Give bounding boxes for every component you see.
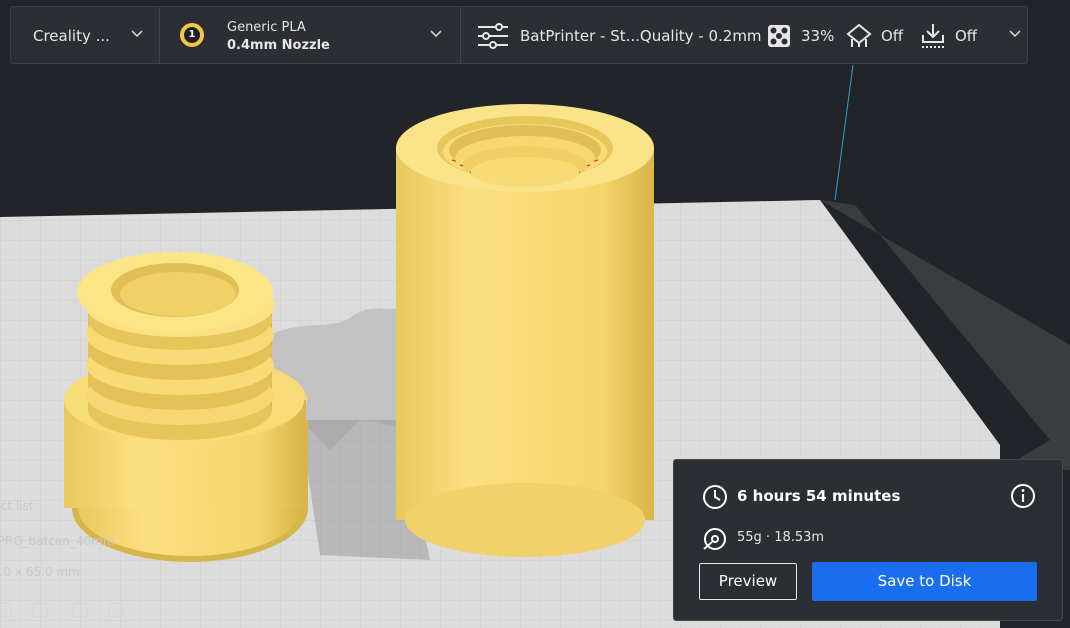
view-left-icon[interactable] [108,602,124,618]
material-name: Generic PLA [227,20,306,35]
adhesion-icon [920,23,946,53]
printer-name: Creality ... [33,27,110,45]
object-name[interactable]: 3PRO_batcan_40mm [0,534,115,548]
extruder-badge: 1 [180,23,204,47]
print-summary-panel: 6 hours 54 minutes 55g · 18.53m Preview … [673,459,1063,621]
profile-name: BatPrinter - St...Quality - 0.2mm [520,27,762,45]
adhesion-value: Off [955,27,978,45]
nozzle-size: 0.4mm Nozzle [227,38,330,53]
material-usage: 55g · 18.53m [737,530,825,545]
info-icon[interactable] [1010,483,1036,513]
chevron-down-icon [1009,27,1021,42]
view-front-icon[interactable] [32,602,48,618]
object-list-panel: ject list 3PRO_batcan_40mm 1.0 x 65.0 mm [0,495,160,628]
top-toolbar: Creality ... 1 Generic PLA 0.4mm Nozzle [10,6,1028,64]
object-dimensions: 1.0 x 65.0 mm [0,565,80,579]
material-selector[interactable]: 1 Generic PLA 0.4mm Nozzle [160,7,460,63]
view-top-icon[interactable] [72,602,88,618]
print-settings-selector[interactable]: BatPrinter - St...Quality - 0.2mm 33% Of… [461,7,1029,63]
infill-icon [767,24,791,52]
spool-icon [702,526,728,556]
preview-button[interactable]: Preview [699,563,797,600]
print-time: 6 hours 54 minutes [737,487,901,505]
clock-icon [702,484,728,514]
printer-selector[interactable]: Creality ... [11,7,159,63]
support-icon [846,23,872,53]
model-tall-cylinder [396,104,654,557]
chevron-down-icon [430,27,442,42]
sliders-icon [477,23,509,53]
extruder-number: 1 [184,27,200,43]
support-value: Off [881,27,904,45]
save-to-disk-button[interactable]: Save to Disk [812,562,1037,601]
object-list-header[interactable]: ject list [0,499,33,513]
view-3d-icon[interactable] [0,602,12,618]
chevron-down-icon [131,27,143,42]
infill-value: 33% [801,27,835,45]
